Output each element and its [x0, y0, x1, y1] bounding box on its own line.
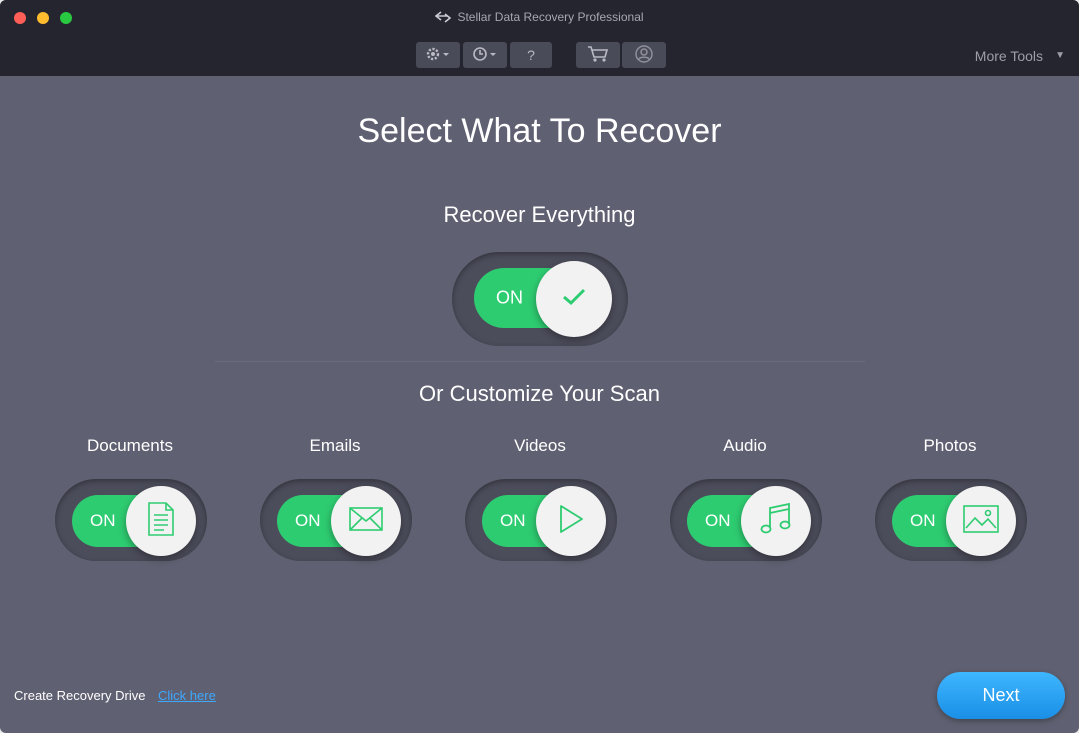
- chevron-down-icon[interactable]: ▼: [1055, 50, 1065, 61]
- email-icon: [348, 506, 384, 537]
- cart-button[interactable]: [576, 42, 620, 68]
- user-icon: [634, 44, 654, 67]
- cart-icon: [587, 45, 609, 66]
- section-divider: [215, 361, 865, 362]
- toggle-state-label: ON: [910, 511, 936, 530]
- help-button[interactable]: ?: [510, 42, 552, 68]
- app-window: Stellar Data Recovery Professional ? Mor…: [0, 0, 1079, 733]
- page-title: Select What To Recover: [357, 112, 722, 150]
- documents-toggle-knob[interactable]: [126, 486, 196, 556]
- customize-scan-label: Or Customize Your Scan: [419, 381, 660, 406]
- title-bar: Stellar Data Recovery Professional ? Mor…: [0, 0, 1079, 76]
- create-recovery-drive-label: Create Recovery Drive: [14, 688, 146, 703]
- toggle-state-label: ON: [500, 511, 526, 530]
- category-label-emails: Emails: [309, 436, 361, 455]
- music-icon: [759, 501, 793, 542]
- category-label-documents: Documents: [87, 436, 173, 455]
- more-tools-menu[interactable]: More Tools: [975, 48, 1043, 64]
- toggle-state-label: ON: [295, 511, 321, 530]
- recover-everything-label: Recover Everything: [443, 202, 636, 227]
- play-icon: [556, 503, 586, 540]
- image-icon: [962, 504, 1000, 539]
- category-label-audio: Audio: [723, 436, 767, 455]
- toggle-state-label: ON: [496, 287, 523, 308]
- click-here-link[interactable]: Click here: [158, 688, 216, 703]
- settings-button[interactable]: [416, 42, 460, 68]
- videos-toggle-knob[interactable]: [536, 486, 606, 556]
- app-logo-icon: [435, 11, 452, 26]
- window-title: Stellar Data Recovery Professional: [0, 10, 1079, 26]
- category-label-photos: Photos: [923, 436, 977, 455]
- checkmark-icon: [561, 287, 587, 312]
- next-button[interactable]: Next: [937, 672, 1065, 719]
- history-button[interactable]: [463, 42, 507, 68]
- toggle-state-label: ON: [90, 511, 116, 530]
- photos-toggle-knob[interactable]: [946, 486, 1016, 556]
- emails-toggle-knob[interactable]: [331, 486, 401, 556]
- category-label-videos: Videos: [514, 436, 566, 455]
- audio-toggle-knob[interactable]: [741, 486, 811, 556]
- toggle-state-label: ON: [705, 511, 731, 530]
- document-icon: [146, 501, 176, 542]
- account-button[interactable]: [622, 42, 666, 68]
- gear-icon: [425, 46, 451, 65]
- window-title-text: Stellar Data Recovery Professional: [457, 10, 644, 24]
- help-icon: ?: [527, 47, 535, 63]
- history-icon: [472, 46, 498, 65]
- recover-everything-toggle-knob[interactable]: [536, 261, 612, 337]
